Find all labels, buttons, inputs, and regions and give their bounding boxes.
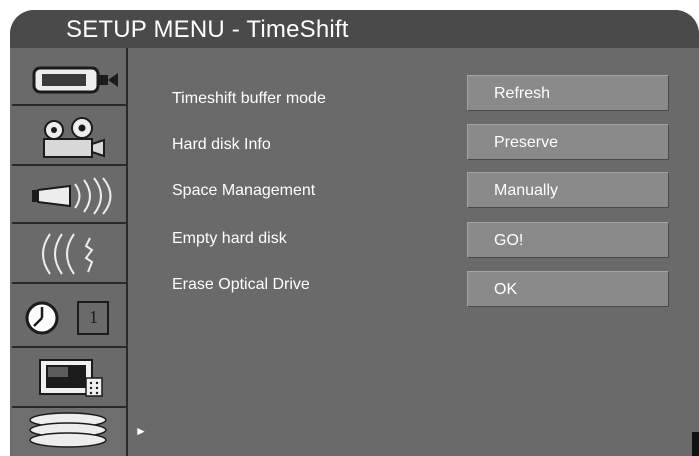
menu-label-hard-disk-info: Hard disk Info	[172, 136, 271, 153]
sidebar-item-picture[interactable]	[12, 348, 126, 408]
empty-hard-disk-button-text: GO!	[494, 232, 524, 249]
clock-timer-icon	[25, 301, 109, 335]
timer-digit: 1	[89, 307, 98, 327]
timeshift-buffer-mode-value[interactable]: Refresh	[467, 75, 669, 111]
speaker-sound-icon	[32, 177, 112, 215]
setup-menu-screen: SETUP MENU - TimeShift 1 Timeshift buffe…	[10, 10, 699, 456]
sidebar-item-timer[interactable]: 1	[12, 284, 126, 348]
menu-label-erase-optical-drive: Erase Optical Drive	[172, 276, 310, 293]
erase-optical-drive-button-text: OK	[494, 281, 518, 298]
page-title: SETUP MENU - TimeShift	[66, 16, 349, 43]
empty-hard-disk-button[interactable]: GO!	[467, 222, 669, 258]
sidebar-item-signal[interactable]	[12, 224, 126, 284]
space-management-value-text: Manually	[494, 182, 559, 199]
sidebar-item-projector[interactable]	[12, 106, 126, 166]
sidebar-item-video[interactable]	[12, 48, 126, 106]
sidebar-item-timeshift[interactable]	[12, 408, 126, 456]
sidebar: 1	[12, 48, 128, 456]
timeshift-buffer-mode-value-text: Refresh	[494, 85, 551, 102]
title-bar: SETUP MENU - TimeShift	[10, 10, 699, 48]
hard-disk-info-value[interactable]: Preserve	[467, 124, 669, 160]
film-projector-icon	[43, 117, 105, 158]
selection-pointer-icon: ►	[135, 424, 147, 438]
corner-mark	[692, 432, 699, 456]
menu-label-empty-hard-disk: Empty hard disk	[172, 230, 287, 247]
signal-waves-icon	[42, 233, 94, 275]
tv-screen-icon	[39, 359, 103, 397]
space-management-value[interactable]: Manually	[467, 172, 669, 208]
erase-optical-drive-button[interactable]: OK	[467, 271, 669, 307]
hard-disk-info-value-text: Preserve	[494, 134, 559, 151]
menu-label-space-management: Space Management	[172, 182, 316, 199]
disc-stack-icon	[29, 412, 107, 448]
sidebar-item-audio[interactable]	[12, 166, 126, 224]
video-camera-icon	[32, 66, 118, 94]
menu-label-timeshift-buffer-mode: Timeshift buffer mode	[172, 90, 326, 107]
